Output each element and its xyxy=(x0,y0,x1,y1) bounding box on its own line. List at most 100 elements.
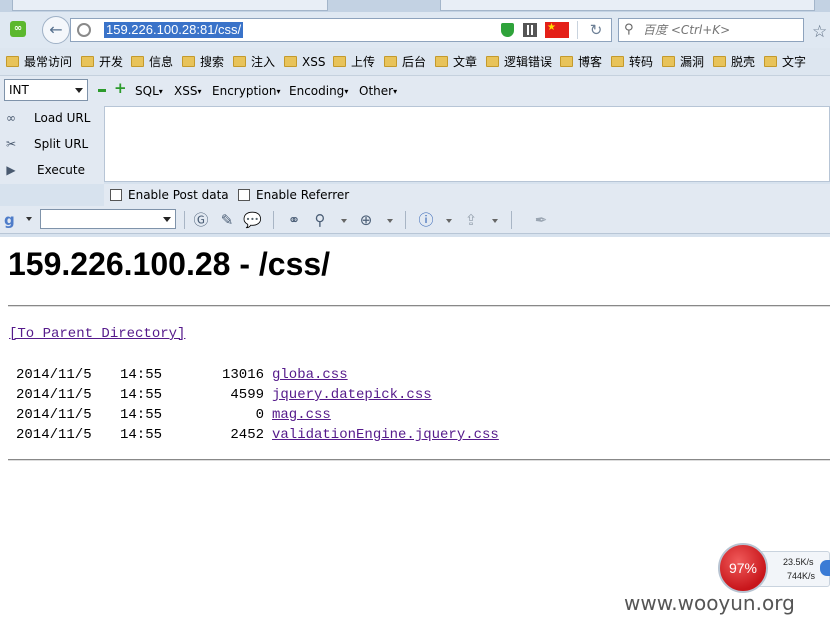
execute-label: Execute xyxy=(37,163,85,177)
folder-icon xyxy=(662,56,675,67)
hackbar-actions: ∞ Load URL ✂ Split URL ▶ Execute xyxy=(0,106,104,184)
hackbar-toolbar: INT + SQL▾ XSS▾ Encryption▾ Encoding▾ Ot… xyxy=(0,76,830,106)
menu-encoding[interactable]: Encoding▾ xyxy=(289,83,348,100)
address-bar[interactable]: 159.226.100.28:81/css/ ★ ↻ xyxy=(70,18,612,42)
folder-icon xyxy=(284,56,297,67)
qr-code-icon[interactable] xyxy=(523,23,537,37)
magnifier-icon[interactable]: ⚲ xyxy=(311,211,329,229)
bookmark-item[interactable]: 搜索 xyxy=(182,54,224,70)
info-icon[interactable]: ⓘ xyxy=(417,211,435,229)
google-icon[interactable]: g xyxy=(4,212,20,228)
share-icon[interactable]: ⇪ xyxy=(462,211,480,229)
execute-button[interactable]: ▶ Execute xyxy=(0,159,104,181)
highlighter-icon[interactable]: ✎ xyxy=(218,211,236,229)
google-bookmark-icon[interactable]: Ⓖ xyxy=(192,211,210,229)
bookmark-item[interactable]: 信息 xyxy=(131,54,173,70)
menu-other[interactable]: Other▾ xyxy=(359,83,397,100)
bookmark-item[interactable]: 注入 xyxy=(233,54,275,70)
folder-icon xyxy=(233,56,246,67)
bookmark-label: XSS xyxy=(302,55,326,69)
file-row: 2014/11/5 14:55 4599 jquery.datepick.css xyxy=(16,385,516,405)
file-row: 2014/11/5 14:55 13016 globa.css xyxy=(16,365,516,385)
enable-referrer-checkbox[interactable]: Enable Referrer xyxy=(238,188,349,202)
enable-post-label: Enable Post data xyxy=(128,188,229,202)
menu-label: XSS xyxy=(174,84,198,98)
binoculars-icon[interactable]: ⚭ xyxy=(285,211,303,229)
extension-toolbar: g Ⓖ ✎ 💬 ⚭ ⚲ ⊕ ⓘ ⇪ ✒ xyxy=(0,206,830,234)
caret-down-icon[interactable] xyxy=(341,219,347,223)
file-date: 2014/11/5 xyxy=(16,367,92,383)
link-icon: ∞ xyxy=(6,111,16,125)
enable-post-checkbox[interactable]: Enable Post data xyxy=(110,188,229,202)
caret-down-icon[interactable] xyxy=(492,219,498,223)
menu-xss[interactable]: XSS▾ xyxy=(174,83,201,100)
bookmark-item[interactable]: 上传 xyxy=(333,54,375,70)
bookmark-item[interactable]: 漏洞 xyxy=(662,54,704,70)
search-box[interactable]: ⚲ xyxy=(618,18,804,42)
hackbar-url-textarea[interactable] xyxy=(104,106,830,182)
file-link[interactable]: globa.css xyxy=(272,365,348,385)
caret-down-icon: ▾ xyxy=(276,87,281,96)
search-input[interactable] xyxy=(643,21,798,39)
file-date: 2014/11/5 xyxy=(16,387,92,403)
bookmark-label: 脱壳 xyxy=(731,55,756,69)
bookmark-label: 最常访问 xyxy=(24,55,73,69)
bookmark-item[interactable]: 文章 xyxy=(435,54,477,70)
bookmark-folder-icon xyxy=(6,56,19,67)
tab-next[interactable] xyxy=(440,0,815,11)
refresh-icon[interactable]: ↻ xyxy=(587,21,605,39)
type-select-value: INT xyxy=(9,83,29,97)
widget-expand-button[interactable] xyxy=(820,560,830,576)
file-link[interactable]: mag.css xyxy=(272,405,331,425)
bookmark-item[interactable]: 转码 xyxy=(611,54,653,70)
memory-percent-ball[interactable]: 97% xyxy=(718,543,768,593)
caret-down-icon: ▾ xyxy=(393,87,398,96)
tab-previous[interactable] xyxy=(12,0,328,11)
app-menu-icon[interactable]: ∞ xyxy=(10,21,26,37)
menu-label: SQL xyxy=(135,84,159,98)
back-button[interactable]: ← xyxy=(42,16,70,44)
globe-icon xyxy=(77,23,91,37)
shield-icon[interactable] xyxy=(501,23,514,37)
file-time: 14:55 xyxy=(120,387,163,403)
bookmark-star-icon[interactable]: ☆ xyxy=(812,23,830,41)
bookmark-item[interactable]: 博客 xyxy=(560,54,602,70)
bookmark-item[interactable]: 逻辑错误 xyxy=(486,54,552,70)
bookmark-label: 注入 xyxy=(251,55,276,69)
folder-icon xyxy=(611,56,624,67)
speech-bubble-icon[interactable]: 💬 xyxy=(243,211,262,229)
bookmark-item[interactable]: 后台 xyxy=(384,54,426,70)
bookmark-item[interactable]: 脱壳 xyxy=(713,54,755,70)
file-row: 2014/11/5 14:55 2452 validationEngine.jq… xyxy=(16,425,516,445)
folder-icon xyxy=(182,56,195,67)
load-url-button[interactable]: ∞ Load URL xyxy=(0,107,104,129)
plus-icon[interactable]: + xyxy=(114,81,127,96)
hackbar-options: Enable Post data Enable Referrer xyxy=(104,184,830,206)
caret-down-icon[interactable] xyxy=(387,219,393,223)
url-text[interactable]: 159.226.100.28:81/css/ xyxy=(104,22,244,38)
bookmark-item[interactable]: 开发 xyxy=(81,54,123,70)
minus-icon[interactable] xyxy=(98,89,106,92)
file-link[interactable]: validationEngine.jquery.css xyxy=(272,425,499,445)
network-speed-widget[interactable]: ▲ 23.5K/s ▼ 744K/s 97% xyxy=(716,541,830,595)
divider xyxy=(184,211,185,229)
caret-down-icon[interactable] xyxy=(26,217,32,221)
menu-sql[interactable]: SQL▾ xyxy=(135,83,163,100)
split-url-button[interactable]: ✂ Split URL xyxy=(0,133,104,155)
chevron-down-icon xyxy=(75,88,83,93)
zoom-in-icon[interactable]: ⊕ xyxy=(357,211,375,229)
bookmark-item[interactable]: XSS xyxy=(284,54,325,70)
file-link[interactable]: jquery.datepick.css xyxy=(272,385,432,405)
caret-down-icon[interactable] xyxy=(446,219,452,223)
bookmark-item[interactable]: 最常访问 xyxy=(6,54,72,70)
search-icon: ⚲ xyxy=(624,22,634,37)
type-select[interactable]: INT xyxy=(4,79,88,101)
bookmark-item[interactable]: 文字 xyxy=(764,54,806,70)
pen-icon[interactable]: ✒ xyxy=(532,211,550,229)
china-flag-icon[interactable]: ★ xyxy=(545,22,569,38)
parent-directory-link[interactable]: [To Parent Directory] xyxy=(9,325,185,343)
toolbar-combo[interactable] xyxy=(40,209,176,229)
menu-encryption[interactable]: Encryption▾ xyxy=(212,83,280,100)
folder-icon xyxy=(486,56,499,67)
divider xyxy=(577,21,578,39)
